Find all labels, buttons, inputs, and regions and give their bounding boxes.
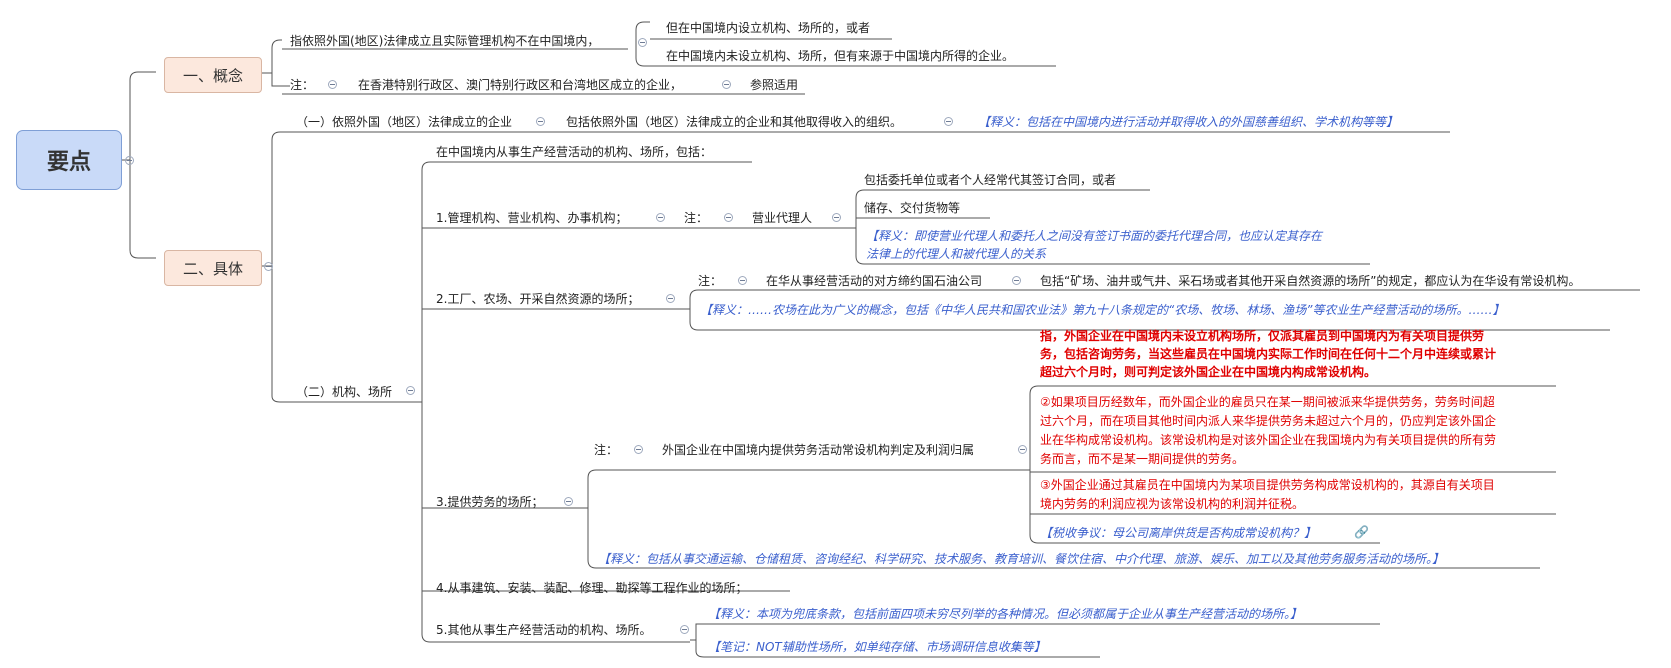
collapse-toggle-sub3-note[interactable]: [634, 445, 643, 454]
sub5-memo: 【笔记：NOT辅助性场所，如单纯存储、市场调研信息收集等】: [708, 640, 1046, 654]
sub2-interpretation: 【释义：……农场在此为广义的概念，包括《中华人民共和国农业法》第九十八条规定的“…: [700, 303, 1505, 317]
sub3-bold-line-2: 务，包括咨询劳务，当这些雇员在中国境内实际工作时间在任何十二个月中连续或累计: [1040, 347, 1497, 361]
sub3-p2-line-4: 务而言，而不是某一期间提供的劳务。: [1040, 452, 1245, 466]
sub3-p2-line-3: 业在华构成常设机构。该常设机构是对该外国企业在我国境内为有关项目提供的所有劳: [1040, 433, 1497, 447]
branch-specific-label: 二、具体: [182, 259, 243, 278]
root-title: 要点: [46, 150, 91, 175]
concept-note-text: 在香港特别行政区、澳门特别行政区和台湾地区成立的企业，: [358, 78, 683, 92]
specific-item2-label: （二）机构、场所: [296, 385, 393, 399]
sub3-interpretation: 【释义：包括从事交通运输、仓储租赁、咨询经纪、科学研究、技术服务、教育培训、餐饮…: [598, 552, 1445, 566]
sub4-label: 4.从事建筑、安装、装配、修理、勘探等工程作业的场所；: [436, 581, 748, 595]
collapse-toggle-root[interactable]: [125, 156, 134, 165]
sub1-agent-detail-1: 包括委托单位或者个人经常代其签订合同，或者: [864, 173, 1117, 187]
collapse-toggle-definition[interactable]: [638, 38, 647, 47]
collapse-toggle-item1[interactable]: [536, 117, 545, 126]
collapse-toggle-sub2-note[interactable]: [738, 276, 747, 285]
collapse-toggle-sub3[interactable]: [564, 497, 573, 506]
sub3-p3-line-2: 境内劳务的利润应视为该常设机构的利润并征税。: [1040, 497, 1305, 511]
sub3-dispute: 【税收争议：母公司离岸供货是否构成常设机构？】: [1040, 526, 1317, 540]
concept-note-ref: 参照适用: [750, 78, 799, 92]
concept-case-2: 在中国境内未设立机构、场所，但有来源于中国境内所得的企业。: [666, 49, 1015, 63]
collapse-toggle-agent[interactable]: [832, 213, 841, 222]
sub3-label: 3.提供劳务的场所；: [436, 495, 544, 509]
sub3-p2-line-1: ②如果项目历经数年，而外国企业的雇员只在某一期间被派来华提供劳务，劳务时间超: [1040, 395, 1495, 409]
branch-specific[interactable]: 二、具体: [164, 250, 262, 286]
sub2-note: 注：: [698, 274, 723, 288]
branch-concept-label: 一、概念: [182, 66, 243, 85]
sub1-note: 注：: [684, 211, 709, 225]
sub2-treaty-detail: 包括“矿场、油井或气井、采石场或者其他开采自然资源的场所”的规定，都应认为在华设…: [1040, 274, 1581, 288]
sub5-label: 5.其他从事生产经营活动的机构、场所。: [436, 623, 652, 637]
sub1-agent: 营业代理人: [752, 211, 813, 225]
concept-note-label: 注：: [290, 78, 315, 92]
concept-definition: 指依照外国(地区)法律成立且实际管理机构不在中国境内，: [290, 34, 600, 48]
collapse-toggle-sub1-note[interactable]: [724, 213, 733, 222]
sub2-treaty: 在华从事经营活动的对方缔约国石油公司: [766, 274, 983, 288]
collapse-toggle-note[interactable]: [328, 80, 337, 89]
collapse-toggle-sub1[interactable]: [656, 213, 665, 222]
specific-item1-interpretation: 【释义：包括在中国境内进行活动并取得收入的外国慈善组织、学术机构等等】: [978, 115, 1399, 129]
collapse-toggle-sub5[interactable]: [680, 625, 689, 634]
branch-concept[interactable]: 一、概念: [164, 57, 262, 93]
concept-case-1: 但在中国境内设立机构、场所的，或者: [666, 21, 871, 35]
sub1-interpretation-line-2: 法律上的代理人和被代理人的关系: [866, 247, 1047, 261]
sub3-bold-line-3: 超过六个月时，则可判定该外国企业在中国境内构成常设机构。: [1040, 365, 1377, 379]
root-node[interactable]: 要点: [16, 130, 122, 190]
collapse-toggle-item1-detail[interactable]: [944, 117, 953, 126]
sub3-p3-line-1: ③外国企业通过其雇员在中国境内为某项目提供劳务构成常设机构的，其源自有关项目: [1040, 478, 1495, 492]
link-icon[interactable]: 🔗: [1354, 524, 1369, 540]
collapse-toggle-sub2[interactable]: [666, 294, 675, 303]
sub1-interpretation-line-1: 【释义：即使营业代理人和委托人之间没有签订书面的委托代理合同，也应认定其存在: [866, 229, 1323, 243]
sub3-note: 注：: [594, 443, 619, 457]
sub2-label: 2.工厂、农场、开采自然资源的场所；: [436, 292, 640, 306]
collapse-toggle-sub3-topic[interactable]: [1018, 445, 1027, 454]
sub3-bold-line-1: 指，外国企业在中国境内未设立机构场所，仅派其雇员到中国境内为有关项目提供劳: [1040, 329, 1485, 343]
sub3-p2-line-2: 过六个月，而在项目其他时间内派人来华提供劳务未超过六个月的，仍应判定该外国企: [1040, 414, 1497, 428]
specific-item1-label: （一）依照外国（地区）法律成立的企业: [296, 115, 513, 129]
collapse-toggle-note-ref[interactable]: [722, 80, 731, 89]
specific-item1-detail: 包括依照外国（地区）法律成立的企业和其他取得收入的组织。: [566, 115, 903, 129]
collapse-toggle-treaty[interactable]: [1012, 276, 1021, 285]
sub1-agent-detail-2: 储存、交付货物等: [864, 201, 961, 215]
collapse-toggle-item2[interactable]: [406, 386, 415, 395]
sub1-label: 1.管理机构、营业机构、办事机构；: [436, 211, 628, 225]
sub5-interpretation: 【释义：本项为兜底条款，包括前面四项未穷尽列举的各种情况。但必须都属于企业从事生…: [708, 607, 1303, 621]
item2-intro: 在中国境内从事生产经营活动的机构、场所，包括：: [436, 145, 713, 159]
collapse-toggle-specific[interactable]: [264, 262, 273, 271]
sub3-topic: 外国企业在中国境内提供劳务活动常设机构判定及利润归属: [662, 443, 975, 457]
